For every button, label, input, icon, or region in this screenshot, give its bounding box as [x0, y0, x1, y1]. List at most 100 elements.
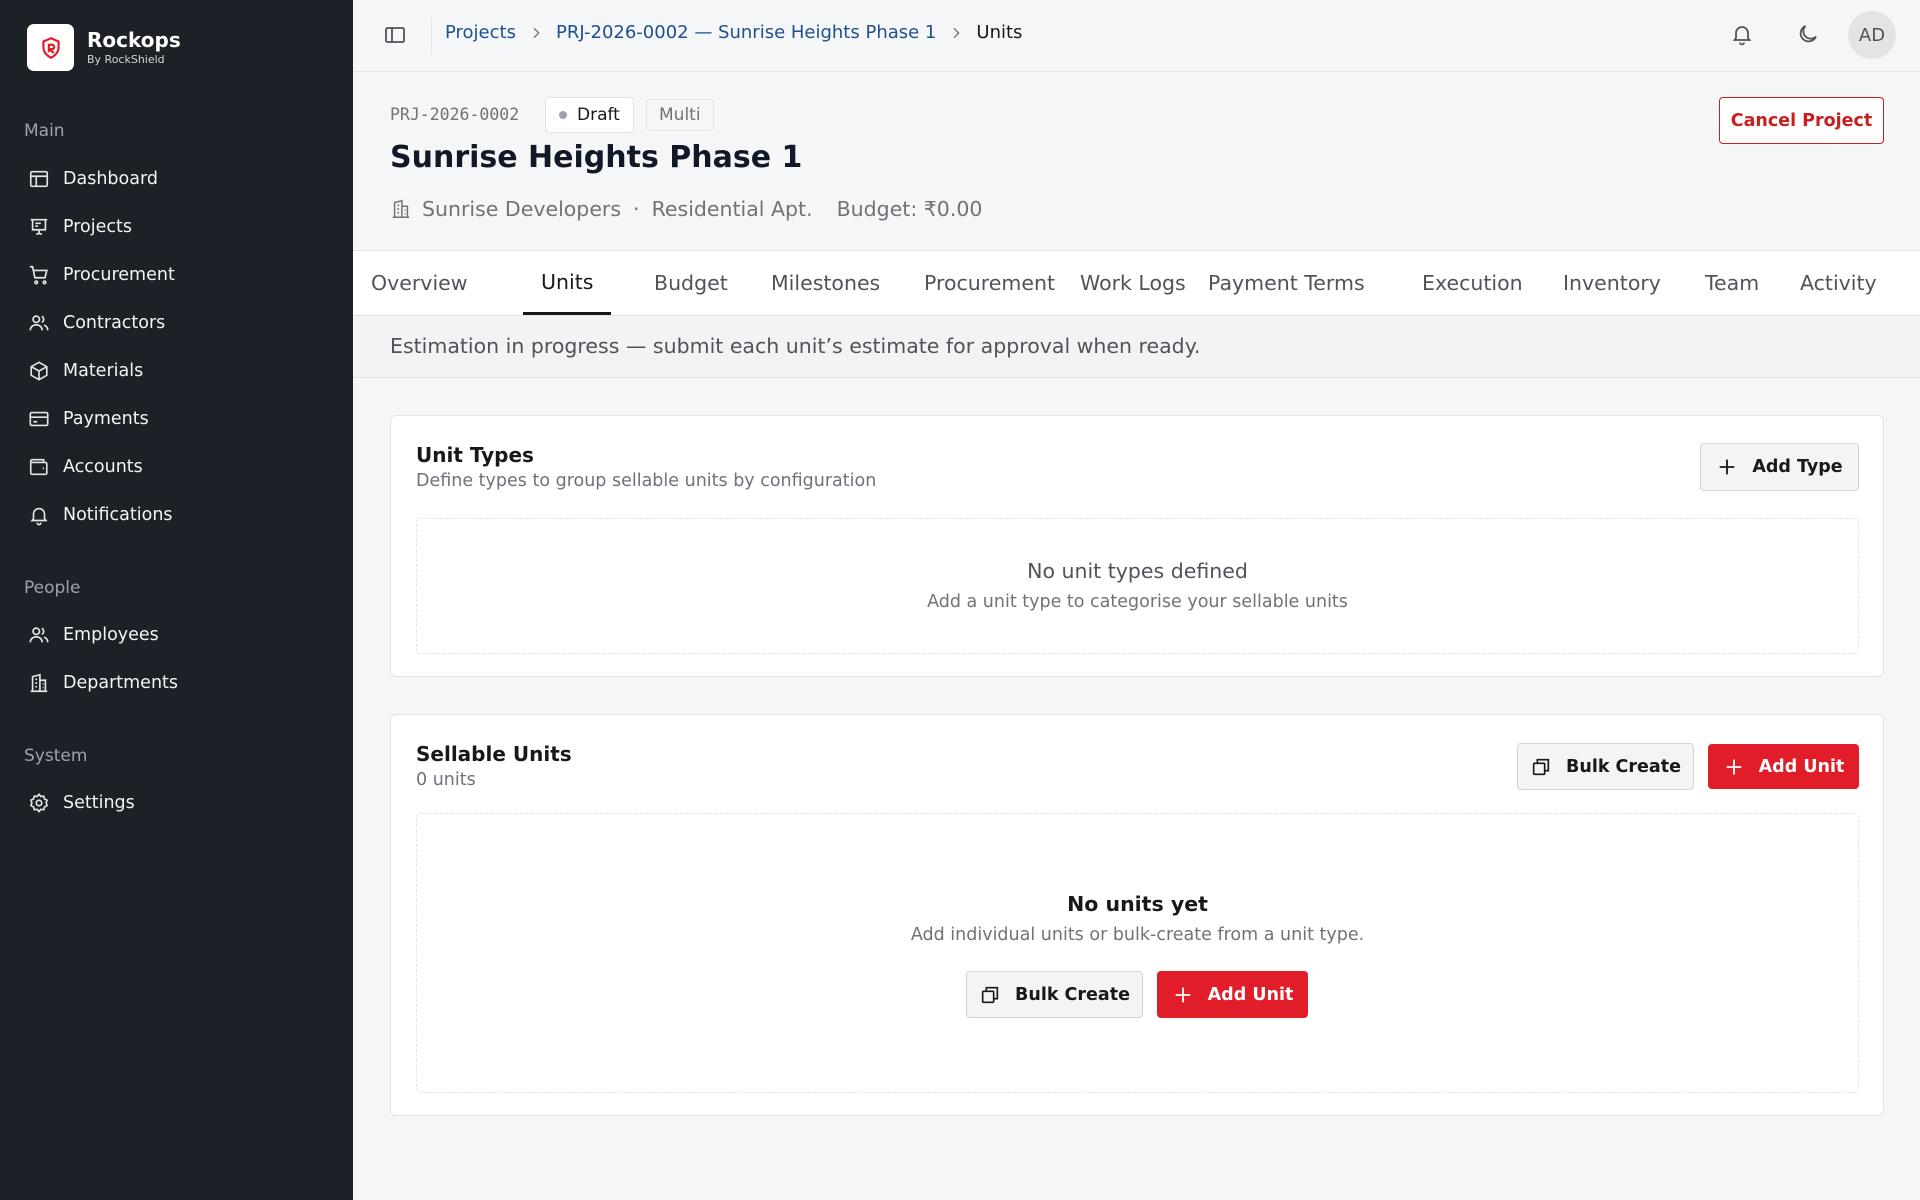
- sidebar-item-label: Payments: [63, 409, 149, 429]
- empty-add-unit-button[interactable]: Add Unit: [1157, 971, 1308, 1018]
- users-icon: [28, 312, 50, 334]
- empty-title: No units yet: [1067, 892, 1208, 916]
- bulk-create-button[interactable]: Bulk Create: [1517, 743, 1694, 790]
- brand-logo-icon: [27, 24, 74, 71]
- chevron-right-icon: [528, 25, 544, 41]
- unit-types-subtitle: Define types to group sellable units by …: [416, 471, 877, 491]
- tab-overview[interactable]: Overview: [353, 251, 486, 315]
- sellable-units-card: Sellable Units 0 units Bulk Create Add U…: [390, 714, 1884, 1116]
- sidebar-item-notifications[interactable]: Notifications: [28, 500, 173, 530]
- page-title: Sunrise Heights Phase 1: [390, 140, 803, 175]
- tab-work-logs[interactable]: Work Logs: [1062, 251, 1204, 315]
- bell-icon[interactable]: [1730, 22, 1756, 48]
- sidebar-item-contractors[interactable]: Contractors: [28, 308, 165, 338]
- sidebar-item-materials[interactable]: Materials: [28, 356, 143, 386]
- empty-subtitle: Add a unit type to categorise your sella…: [927, 592, 1348, 612]
- breadcrumb-project[interactable]: PRJ-2026-0002 — Sunrise Heights Phase 1: [556, 22, 936, 43]
- add-type-label: Add Type: [1752, 457, 1843, 477]
- bell-icon: [28, 504, 50, 526]
- empty-subtitle: Add individual units or bulk-create from…: [910, 925, 1365, 945]
- empty-title: No unit types defined: [1027, 559, 1248, 583]
- sidebar-item-projects[interactable]: Projects: [28, 212, 132, 242]
- tab-inventory[interactable]: Inventory: [1545, 251, 1679, 315]
- section-main: Main: [24, 121, 65, 141]
- notice-text: Estimation in progress — submit each uni…: [390, 334, 1201, 358]
- section-system: System: [24, 746, 88, 766]
- brand-subtitle: By RockShield: [87, 52, 165, 66]
- sidebar-item-accounts[interactable]: Accounts: [28, 452, 143, 482]
- box-icon: [28, 360, 50, 382]
- tab-team[interactable]: Team: [1687, 251, 1777, 315]
- add-unit-label: Add Unit: [1758, 756, 1845, 777]
- topbar-divider: [431, 18, 432, 54]
- status-badge: Draft: [545, 97, 634, 133]
- users-icon: [28, 624, 50, 646]
- sidebar-item-payments[interactable]: Payments: [28, 404, 149, 434]
- sidebar-item-dashboard[interactable]: Dashboard: [28, 164, 158, 194]
- plus-icon: [1172, 984, 1194, 1006]
- project-meta: Sunrise Developers · Residential Apt. Bu…: [390, 197, 982, 221]
- credit-card-icon: [28, 408, 50, 430]
- sidebar-toggle-icon[interactable]: [383, 23, 409, 49]
- add-unit-button[interactable]: Add Unit: [1708, 744, 1859, 789]
- empty-bulk-create-button[interactable]: Bulk Create: [966, 971, 1143, 1018]
- add-type-button[interactable]: Add Type: [1700, 443, 1859, 491]
- sidebar-item-label: Materials: [63, 361, 144, 381]
- sidebar-item-label: Accounts: [63, 457, 143, 477]
- sellable-units-title: Sellable Units: [416, 742, 572, 766]
- brand[interactable]: Rockops By RockShield: [27, 24, 181, 71]
- building-icon: [28, 672, 50, 694]
- estimation-notice: Estimation in progress — submit each uni…: [353, 316, 1920, 378]
- tab-execution[interactable]: Execution: [1404, 251, 1541, 315]
- sidebar-item-departments[interactable]: Departments: [28, 668, 178, 698]
- building-icon: [390, 198, 412, 220]
- sellable-units-empty-state: No units yet Add individual units or bul…: [416, 813, 1859, 1093]
- unit-types-title: Unit Types: [416, 443, 534, 467]
- moon-icon[interactable]: [1796, 22, 1822, 48]
- tab-milestones[interactable]: Milestones: [753, 251, 898, 315]
- bulk-create-label: Bulk Create: [1566, 756, 1681, 777]
- sidebar-item-label: Departments: [63, 673, 179, 693]
- gear-icon: [28, 792, 50, 814]
- breadcrumb-current: Units: [976, 22, 1023, 43]
- sidebar-item-label: Settings: [63, 793, 135, 813]
- mode-badge: Multi: [646, 99, 714, 131]
- sidebar-item-label: Procurement: [63, 265, 175, 285]
- tab-bar: Overview Units Budget Milestones Procure…: [353, 250, 1920, 316]
- tab-activity[interactable]: Activity: [1782, 251, 1895, 315]
- tab-payment-terms[interactable]: Payment Terms: [1190, 251, 1383, 315]
- breadcrumb-projects[interactable]: Projects: [445, 22, 516, 43]
- meta-separator: ·: [633, 197, 640, 221]
- project-budget: Budget: ₹0.00: [836, 197, 983, 221]
- chevron-right-icon: [948, 25, 964, 41]
- cancel-project-button[interactable]: Cancel Project: [1719, 97, 1884, 144]
- sidebar-item-label: Projects: [63, 217, 132, 237]
- sidebar-item-label: Employees: [63, 625, 159, 645]
- brand-name: Rockops: [87, 27, 181, 52]
- dashboard-icon: [28, 168, 50, 190]
- unit-types-card: Unit Types Define types to group sellabl…: [390, 415, 1884, 677]
- presentation-icon: [28, 216, 50, 238]
- sidebar-item-employees[interactable]: Employees: [28, 620, 159, 650]
- section-people: People: [24, 578, 81, 598]
- sidebar-item-procurement[interactable]: Procurement: [28, 260, 175, 290]
- breadcrumb: Projects PRJ-2026-0002 — Sunrise Heights…: [445, 22, 1022, 43]
- bulk-create-label: Bulk Create: [1015, 984, 1130, 1005]
- sidebar-item-settings[interactable]: Settings: [28, 788, 135, 818]
- wallet-icon: [28, 456, 50, 478]
- cart-icon: [28, 264, 50, 286]
- plus-icon: [1723, 756, 1745, 778]
- units-count: 0 units: [416, 770, 476, 790]
- tab-units[interactable]: Units: [523, 251, 612, 315]
- tab-budget[interactable]: Budget: [636, 251, 746, 315]
- topbar: Projects PRJ-2026-0002 — Sunrise Heights…: [353, 0, 1920, 72]
- plus-icon: [1716, 456, 1738, 478]
- project-developer: Sunrise Developers: [422, 197, 622, 221]
- project-code: PRJ-2026-0002: [390, 105, 520, 124]
- sidebar: Rockops By RockShield Main Dashboard Pro…: [0, 0, 353, 1200]
- project-type: Residential Apt.: [651, 197, 813, 221]
- add-unit-label: Add Unit: [1207, 984, 1294, 1005]
- tab-procurement[interactable]: Procurement: [906, 251, 1073, 315]
- avatar[interactable]: AD: [1848, 11, 1896, 59]
- status-dot-icon: [559, 111, 567, 119]
